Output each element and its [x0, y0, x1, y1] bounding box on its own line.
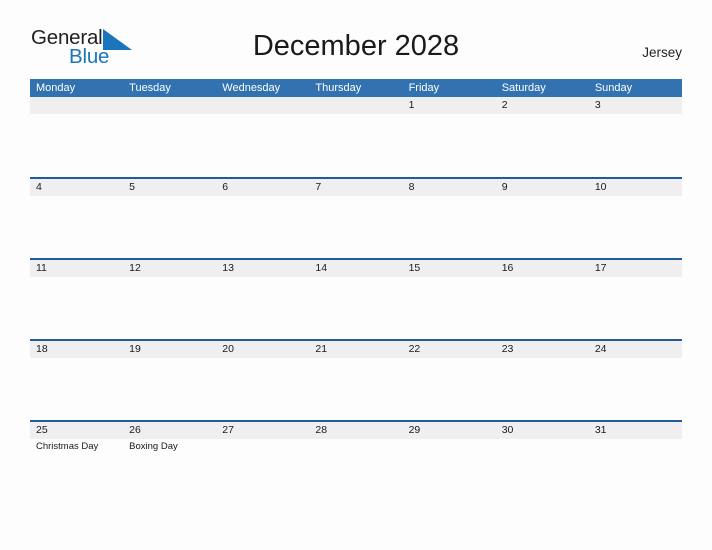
week-row: 18 19 20 21 22 23 24 — [30, 339, 682, 420]
day-number: 15 — [408, 262, 421, 274]
day-cell[interactable]: 25 Christmas Day — [30, 422, 123, 502]
day-number: 22 — [408, 343, 421, 355]
day-number: 7 — [315, 181, 322, 193]
day-cell[interactable] — [30, 97, 123, 177]
day-number: 16 — [501, 262, 514, 274]
weekday-thursday: Thursday — [315, 82, 362, 94]
week-row: 11 12 13 14 15 16 17 — [30, 258, 682, 339]
day-cell[interactable]: 4 — [30, 179, 123, 258]
day-cell[interactable]: 26 Boxing Day — [123, 422, 216, 502]
week-row: 25 Christmas Day 26 Boxing Day 27 28 29 … — [30, 420, 682, 502]
day-cell[interactable]: 2 — [496, 97, 589, 177]
day-number: 3 — [594, 99, 601, 111]
day-cell[interactable]: 27 — [216, 422, 309, 502]
day-number: 14 — [315, 262, 328, 274]
day-number: 17 — [594, 262, 607, 274]
day-cell[interactable]: 28 — [309, 422, 402, 502]
day-number: 25 — [36, 424, 48, 436]
day-cell[interactable]: 11 — [30, 260, 123, 339]
day-cell[interactable]: 21 — [309, 341, 402, 420]
day-number — [36, 97, 123, 114]
weekday-header-row: Monday Tuesday Wednesday Thursday Friday… — [30, 79, 682, 97]
day-number — [222, 97, 309, 114]
weekday-monday: Monday — [36, 82, 76, 94]
day-number: 9 — [501, 181, 508, 193]
day-cell[interactable]: 29 — [403, 422, 496, 502]
day-cell[interactable]: 24 — [589, 341, 682, 420]
day-cell[interactable]: 17 — [589, 260, 682, 339]
day-cell[interactable]: 7 — [309, 179, 402, 258]
day-number: 27 — [222, 424, 234, 436]
day-cell[interactable]: 10 — [589, 179, 682, 258]
day-number: 12 — [129, 262, 141, 274]
day-number: 30 — [501, 424, 514, 436]
day-number — [129, 97, 216, 114]
day-cell[interactable]: 5 — [123, 179, 216, 258]
day-number: 6 — [222, 181, 229, 193]
calendar-grid: Monday Tuesday Wednesday Thursday Friday… — [30, 79, 682, 502]
day-number: 20 — [222, 343, 234, 355]
day-number: 11 — [36, 262, 47, 274]
day-cell[interactable]: 22 — [403, 341, 496, 420]
day-cell[interactable] — [309, 97, 402, 177]
day-cell[interactable]: 23 — [496, 341, 589, 420]
day-number: 29 — [408, 424, 421, 436]
day-cell[interactable]: 14 — [309, 260, 402, 339]
day-cell[interactable]: 30 — [496, 422, 589, 502]
day-number — [315, 97, 402, 114]
day-number: 2 — [501, 99, 508, 111]
day-number: 19 — [129, 343, 141, 355]
weekday-friday: Friday — [408, 82, 440, 94]
day-cell[interactable]: 3 — [589, 97, 682, 177]
calendar-page: General Blue December 2028 Jersey Monday… — [0, 0, 712, 550]
day-cell[interactable]: 20 — [216, 341, 309, 420]
day-number: 10 — [594, 181, 607, 193]
day-number: 21 — [315, 343, 328, 355]
day-cell[interactable]: 9 — [496, 179, 589, 258]
day-number: 26 — [129, 424, 141, 436]
day-cell[interactable] — [123, 97, 216, 177]
day-cell[interactable] — [216, 97, 309, 177]
day-event: Boxing Day — [129, 441, 178, 452]
day-number: 4 — [36, 181, 42, 193]
day-number: 18 — [36, 343, 48, 355]
day-number: 1 — [408, 99, 415, 111]
weekday-tuesday: Tuesday — [129, 82, 171, 94]
page-header: General Blue December 2028 Jersey — [0, 0, 712, 67]
day-cell[interactable]: 19 — [123, 341, 216, 420]
week-row: 1 2 3 — [30, 97, 682, 177]
weekday-saturday: Saturday — [501, 82, 546, 94]
day-cell[interactable]: 16 — [496, 260, 589, 339]
day-cell[interactable]: 12 — [123, 260, 216, 339]
day-cell[interactable]: 18 — [30, 341, 123, 420]
day-number: 23 — [501, 343, 514, 355]
day-cell[interactable]: 1 — [403, 97, 496, 177]
day-cell[interactable]: 8 — [403, 179, 496, 258]
region-label: Jersey — [642, 45, 682, 60]
day-event: Christmas Day — [36, 441, 99, 452]
day-cell[interactable]: 13 — [216, 260, 309, 339]
day-number: 31 — [594, 424, 607, 436]
day-cell[interactable]: 6 — [216, 179, 309, 258]
week-row: 4 5 6 7 8 9 10 — [30, 177, 682, 258]
day-cell[interactable]: 31 — [589, 422, 682, 502]
day-cell[interactable]: 15 — [403, 260, 496, 339]
day-number: 13 — [222, 262, 234, 274]
weekday-sunday: Sunday — [594, 82, 633, 94]
day-number: 28 — [315, 424, 328, 436]
day-number: 5 — [129, 181, 135, 193]
page-title: December 2028 — [252, 30, 460, 62]
weekday-wednesday: Wednesday — [222, 82, 281, 94]
day-number: 8 — [408, 181, 415, 193]
day-number: 24 — [594, 343, 607, 355]
